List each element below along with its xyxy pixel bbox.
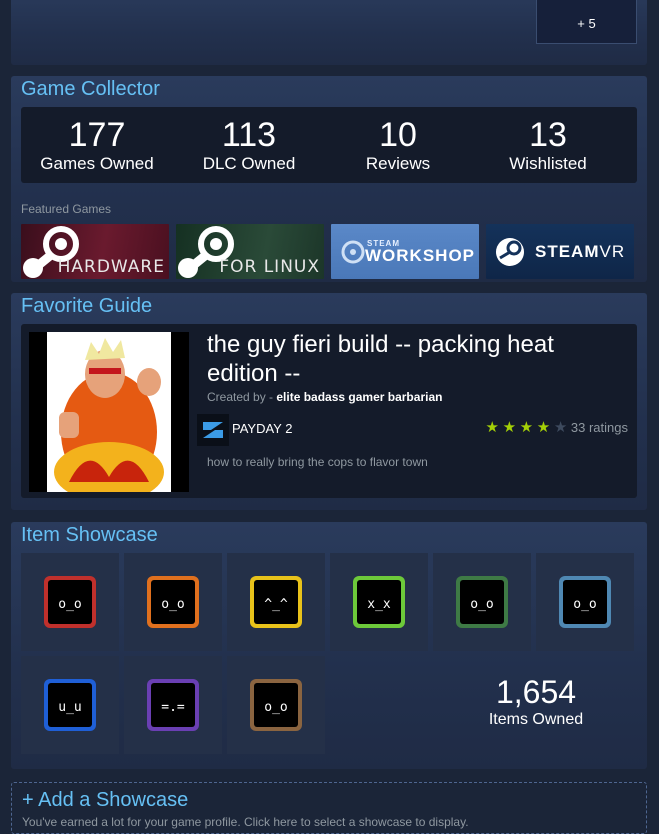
stat-dlc-owned[interactable]: 113 DLC Owned (174, 107, 324, 173)
stat-label: Reviews (365, 154, 431, 173)
guide-author-line: Created by - elite badass gamer barbaria… (207, 390, 442, 404)
svg-text:=.=: =.= (161, 700, 185, 715)
tile-caption: WORKSHOP (365, 246, 475, 265)
star-icon: ★ (519, 419, 534, 436)
stat-value: 113 (221, 116, 277, 154)
stats-box: 177 Games Owned 113 DLC Owned 10 Reviews… (21, 107, 637, 183)
stat-value: 177 (68, 116, 126, 154)
add-showcase-hint: You've earned a lot for your game profil… (22, 815, 469, 829)
stat-games-owned[interactable]: 177 Games Owned (22, 107, 172, 173)
emoticon-block-icon: o_o (250, 679, 302, 731)
item-slot[interactable]: o_o (227, 656, 325, 754)
emoticon-block-icon: o_o (44, 576, 96, 628)
stat-value: 13 (529, 116, 567, 154)
ratings-count: 33 ratings (570, 420, 628, 435)
tile-caption: STEAMVR (535, 242, 625, 262)
guide-preview-image-art (29, 332, 189, 492)
svg-text:^_^: ^_^ (264, 597, 288, 612)
guide-game-name[interactable]: PAYDAY 2 (232, 421, 292, 436)
stat-wishlisted[interactable]: 13 Wishlisted (473, 107, 623, 173)
guide-description: how to really bring the cops to flavor t… (207, 455, 428, 469)
more-items-button[interactable]: + 5 (536, 0, 637, 44)
tile-caption: FOR LINUX (219, 257, 320, 277)
panel-title: Item Showcase (21, 524, 158, 546)
featured-games-label: Featured Games (21, 202, 112, 216)
tile-caption-suffix: VR (599, 242, 626, 261)
stat-reviews[interactable]: 10 Reviews (323, 107, 473, 173)
stat-label: DLC Owned (202, 154, 296, 173)
guide-ratings: ★ ★ ★ ★ ★ 33 ratings (486, 418, 628, 436)
payday-game-icon[interactable] (197, 414, 229, 446)
add-showcase-label[interactable]: + Add a Showcase (22, 789, 188, 812)
favorite-guide-panel: Favorite Guide the guy fieri build -- pa… (11, 293, 647, 510)
top-showcase-panel: + 5 (11, 0, 647, 65)
star-icon: ★ (485, 419, 499, 436)
star-icon: ★ (502, 419, 517, 436)
item-slot[interactable]: o_o (21, 553, 119, 651)
add-showcase-panel[interactable]: + Add a Showcase You've earned a lot for… (11, 782, 647, 834)
guide-preview-image[interactable] (29, 332, 189, 492)
steam-circle-icon (496, 238, 524, 266)
svg-text:u_u: u_u (58, 700, 81, 715)
featured-game-workshop[interactable]: STEAM WORKSHOP (331, 224, 479, 279)
stat-value: 10 (379, 116, 417, 154)
svg-text:o_o: o_o (161, 597, 184, 612)
guide-author[interactable]: elite badass gamer barbarian (276, 390, 442, 404)
stat-label: Games Owned (40, 154, 154, 173)
item-slot[interactable]: o_o (124, 553, 222, 651)
emoticon-block-icon: o_o (559, 576, 611, 628)
star-icon: ★ (536, 419, 551, 436)
guide-title[interactable]: the guy fieri build -- packing heat edit… (207, 330, 627, 388)
svg-text:x_x: x_x (367, 597, 391, 612)
featured-game-linux[interactable]: FOR LINUX (176, 224, 324, 279)
item-showcase-panel: Item Showcase 1,654 Items Owned o_o o_o ^_… (11, 522, 647, 769)
svg-text:o_o: o_o (58, 597, 81, 612)
featured-game-steamvr[interactable]: STEAMVR (486, 224, 634, 279)
svg-text:o_o: o_o (264, 700, 287, 715)
emoticon-block-icon: o_o (147, 576, 199, 628)
item-slot[interactable]: ^_^ (227, 553, 325, 651)
guide-box[interactable]: the guy fieri build -- packing heat edit… (21, 324, 637, 498)
panel-title: Favorite Guide (21, 295, 153, 317)
emoticon-block-icon: ^_^ (250, 576, 302, 628)
featured-game-hardware[interactable]: HARDWARE (21, 224, 169, 279)
svg-text:o_o: o_o (573, 597, 596, 612)
item-slot[interactable]: u_u (21, 656, 119, 754)
star-empty-icon: ★ (553, 419, 568, 436)
svg-text:o_o: o_o (470, 597, 493, 612)
more-items-label: + 5 (577, 16, 596, 31)
emoticon-block-icon: =.= (147, 679, 199, 731)
emoticon-block-icon: o_o (456, 576, 508, 628)
item-slot[interactable]: o_o (536, 553, 634, 651)
item-slot[interactable]: x_x (330, 553, 428, 651)
emoticon-block-icon: u_u (44, 679, 96, 731)
items-owned-label: Items Owned (488, 711, 584, 728)
item-slot[interactable]: o_o (433, 553, 531, 651)
item-slot[interactable]: =.= (124, 656, 222, 754)
tile-caption-main: STEAM (535, 242, 600, 261)
created-by-prefix: Created by - (207, 390, 277, 404)
emoticon-block-icon: x_x (353, 576, 405, 628)
stat-label: Wishlisted (509, 154, 587, 173)
items-owned-block[interactable]: 1,654 Items Owned (441, 674, 631, 729)
items-owned-value: 1,654 (495, 674, 577, 710)
panel-title: Game Collector (21, 78, 160, 100)
game-collector-panel: Game Collector 177 Games Owned 113 DLC O… (11, 76, 647, 282)
tile-caption: HARDWARE (57, 257, 165, 277)
